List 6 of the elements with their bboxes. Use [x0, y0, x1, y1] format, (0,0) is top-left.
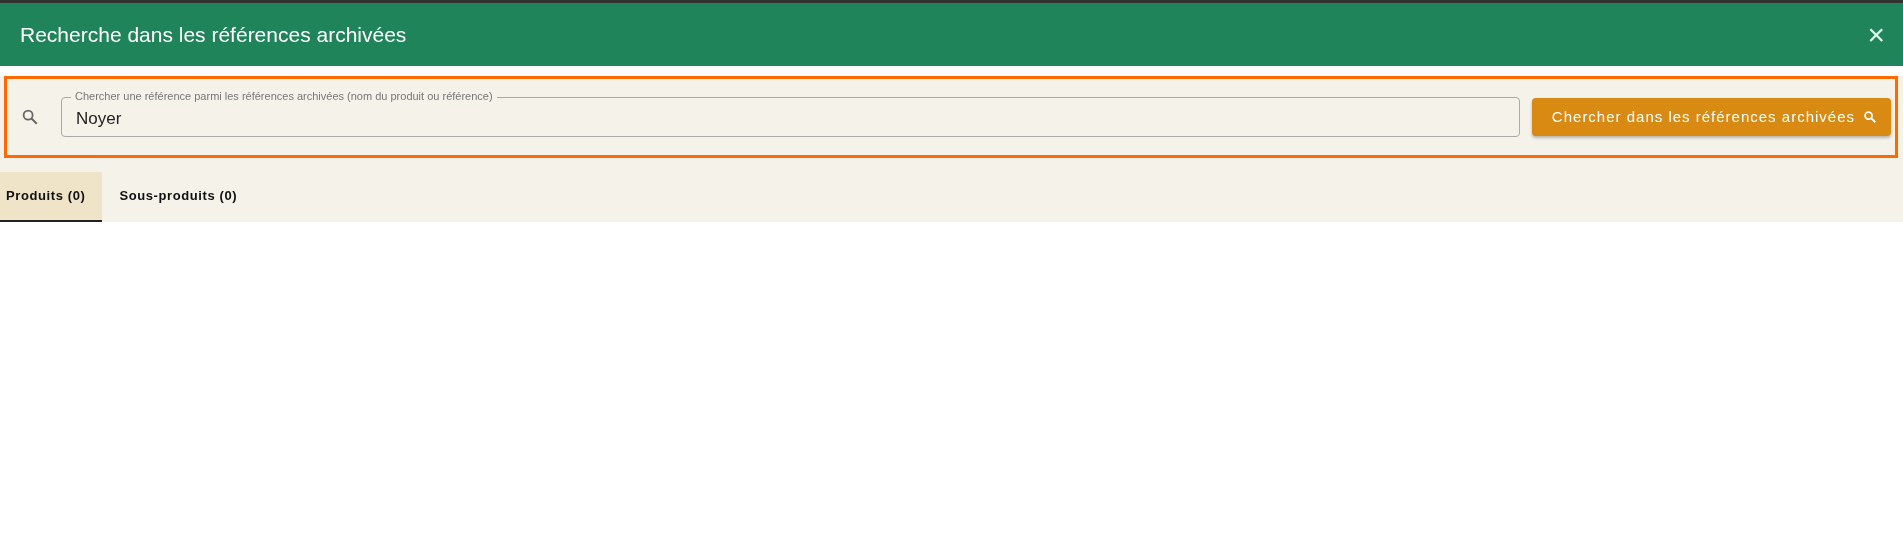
search-icon [1863, 110, 1877, 124]
tab[interactable]: Produits (0) [0, 172, 103, 222]
search-icon [21, 108, 39, 126]
tab[interactable]: Sous-produits (0) [102, 172, 255, 222]
window-title: Recherche dans les références archivées [20, 21, 407, 48]
close-button[interactable]: × [1867, 19, 1885, 50]
